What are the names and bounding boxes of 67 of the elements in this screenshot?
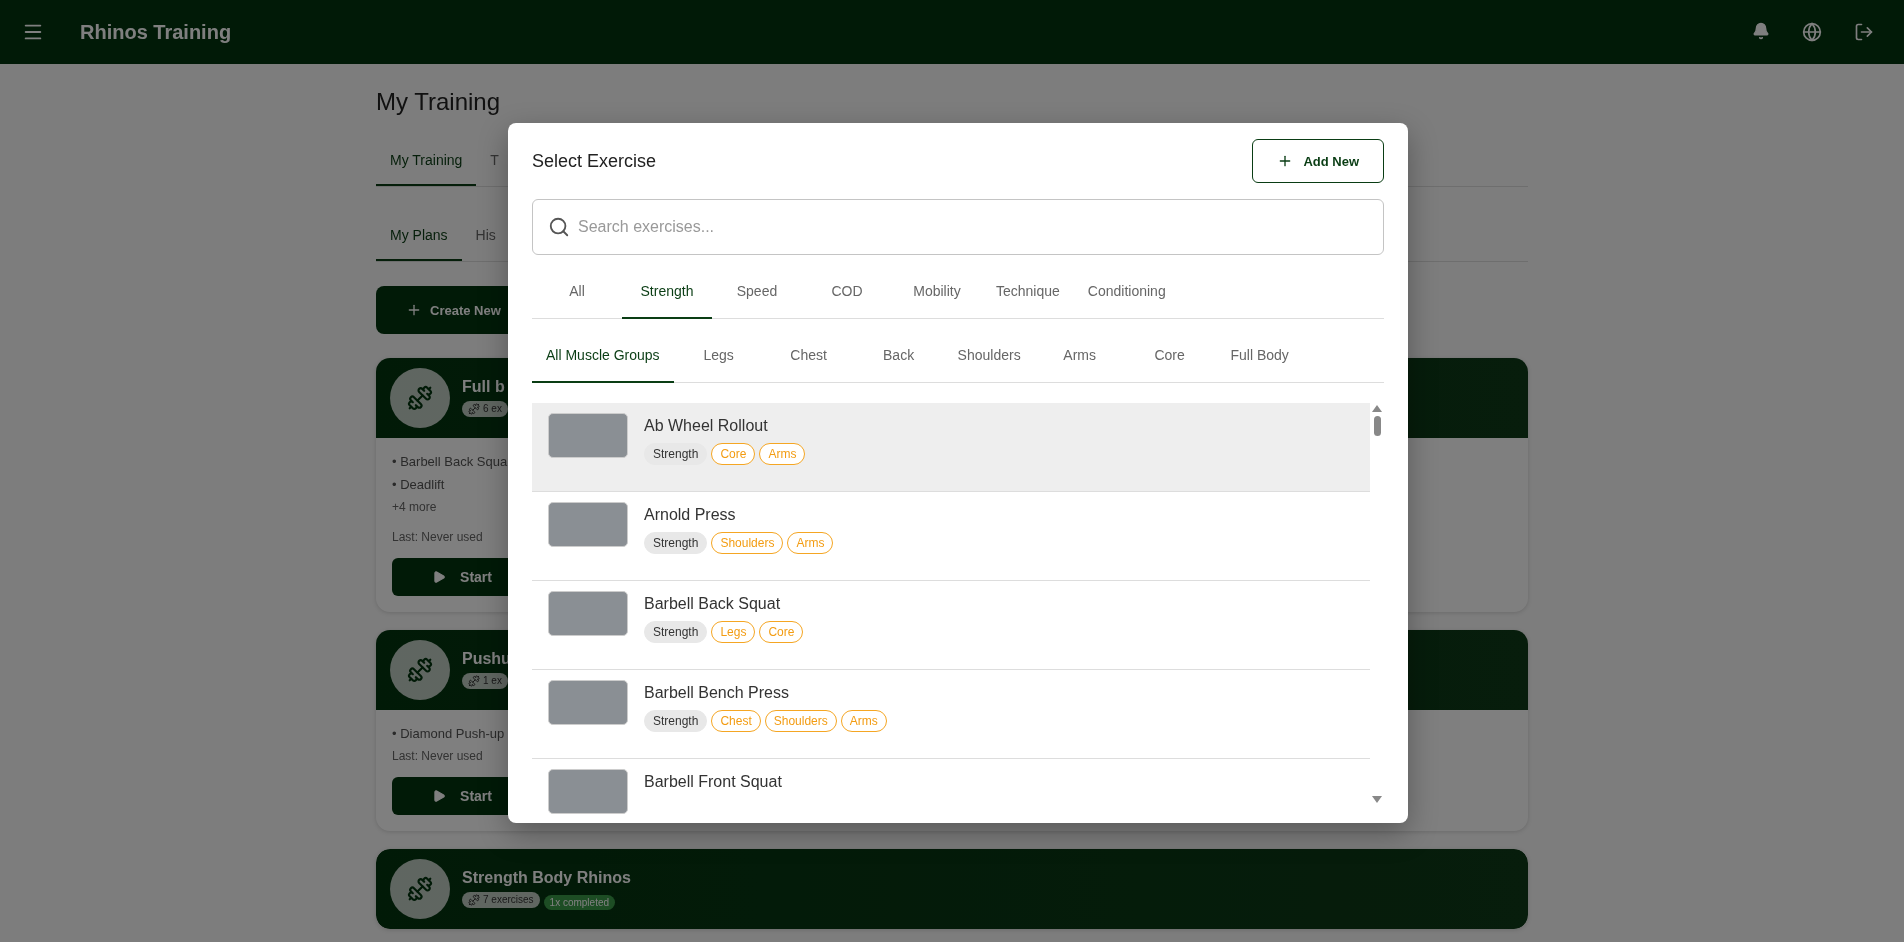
app-title: Rhinos Training [80,20,233,44]
exercise-count-badge: 1 ex [462,672,508,689]
plan-title: Full b [462,377,506,396]
category-tab[interactable]: COD [802,265,892,319]
scroll-down-icon[interactable] [1372,796,1382,803]
muscle-tag: Arms [759,443,806,465]
page-title: My Training [376,88,502,116]
muscle-tag: Arms [787,532,834,554]
category-tab[interactable]: Technique [982,265,1074,319]
dumbbell-icon [407,385,433,411]
exercise-item: • Diamond Push-up [392,726,505,741]
last-used-text: Last: Never used [392,749,483,763]
exercise-name: Barbell Front Squat [644,773,782,791]
tab[interactable]: My Training [376,136,477,186]
category-tab[interactable]: Strength [622,265,712,319]
category-tag: Strength [644,532,708,554]
exercise-row[interactable]: Ab Wheel Rollout Strength Core Arms [532,403,1370,492]
category-tag: Strength [644,710,708,732]
more-text: +4 more [392,500,437,514]
muscle-group-tab[interactable]: Full Body [1214,329,1305,383]
muscle-group-tab[interactable]: Chest [763,329,854,383]
plan-title: Strength Body Rhinos [462,868,631,887]
dumbbell-icon [407,657,433,683]
muscle-tag: Shoulders [711,532,784,554]
dumbbell-icon [407,876,433,902]
search-icon [548,216,570,238]
play-icon [432,789,447,803]
muscle-group-tab[interactable]: Legs [673,329,764,383]
exercise-name: Ab Wheel Rollout [644,417,768,435]
category-tag: Strength [644,443,708,465]
dumbbell-icon [468,674,480,687]
add-new-button[interactable]: Add New [1252,139,1384,183]
exercise-count-badge: 6 ex [462,400,508,417]
category-tab[interactable]: Conditioning [1073,265,1180,319]
exercise-item: • Barbell Back Squa [392,454,508,469]
exercise-name: Barbell Bench Press [644,684,789,702]
muscle-tag: Chest [711,710,761,732]
tab[interactable]: His [461,211,510,261]
category-tab[interactable]: Mobility [892,265,982,319]
exercise-item: • Deadlift [392,477,445,492]
category-tag: Strength [644,621,708,643]
scroll-up-icon[interactable] [1372,405,1382,412]
dumbbell-icon [468,402,480,415]
category-tab[interactable]: Speed [712,265,802,319]
scrollbar-thumb[interactable] [1373,416,1381,436]
category-tab[interactable]: All [532,265,622,319]
dialog-title: Select Exercise [532,150,657,172]
muscle-tag: Legs [711,621,756,643]
search-field[interactable]: Search exercises... [532,199,1384,255]
dumbbell-icon [468,893,480,906]
exercise-count-badge: 7 exercises [462,891,540,908]
muscle-group-tab[interactable]: Core [1124,329,1215,383]
muscle-group-tab[interactable]: Back [853,329,944,383]
completed-badge: 1x completed [543,894,616,910]
exercise-name: Arnold Press [644,506,736,524]
play-icon [432,570,447,584]
muscle-group-tab[interactable]: All Muscle Groups [532,329,674,383]
last-used-text: Last: Never used [392,530,483,544]
tab[interactable]: My Plans [376,211,462,261]
muscle-tag: Arms [840,710,887,732]
muscle-group-tab[interactable]: Arms [1034,329,1125,383]
exercise-name: Barbell Back Squat [644,595,781,613]
muscle-tag: Shoulders [764,710,837,732]
plus-icon [406,302,422,318]
muscle-tag: Core [711,443,756,465]
muscle-group-tab[interactable]: Shoulders [943,329,1035,383]
muscle-tag: Core [759,621,804,643]
